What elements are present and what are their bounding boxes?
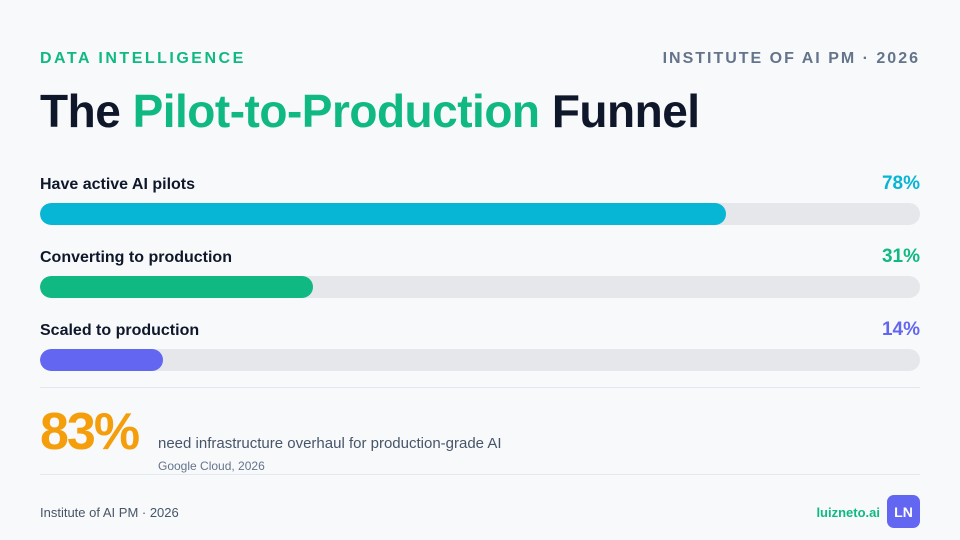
bar-row-scaled: Scaled to production 14% — [40, 318, 920, 391]
bar-row-converting: Converting to production 31% — [40, 245, 920, 318]
bar-track — [40, 276, 920, 298]
bar-track — [40, 349, 920, 371]
footer-institute: Institute of AI PM · 2026 — [40, 505, 179, 520]
bar-label: Have active AI pilots — [40, 176, 196, 193]
brand-logo-badge: LN — [887, 495, 920, 528]
bar-fill — [40, 203, 727, 225]
page-title: The Pilot-to-Production Funnel — [40, 84, 700, 138]
title-prefix: The — [40, 85, 133, 137]
bar-label: Scaled to production — [40, 322, 200, 339]
divider — [40, 474, 920, 475]
bar-label: Converting to production — [40, 249, 232, 266]
institute-label: INSTITUTE OF AI PM · 2026 — [662, 50, 920, 67]
bar-value: 78% — [881, 173, 920, 194]
eyebrow-label: DATA INTELLIGENCE — [40, 50, 246, 67]
funnel-bars: Have active AI pilots 78% Converting to … — [40, 172, 920, 391]
divider — [40, 387, 920, 388]
bar-fill — [40, 349, 164, 371]
bar-fill — [40, 276, 313, 298]
footer-brand-link[interactable]: luizneto.ai — [816, 505, 880, 520]
bar-value: 14% — [881, 319, 920, 340]
title-highlight: Pilot-to-Production — [132, 85, 540, 137]
title-suffix: Funnel — [539, 85, 700, 137]
bar-value: 31% — [881, 246, 920, 267]
stat-description: need infrastructure overhaul for product… — [158, 435, 502, 452]
bar-track — [40, 203, 920, 225]
stat-value: 83% — [40, 403, 140, 461]
stat-source: Google Cloud, 2026 — [158, 459, 265, 473]
bar-row-pilots: Have active AI pilots 78% — [40, 172, 920, 245]
